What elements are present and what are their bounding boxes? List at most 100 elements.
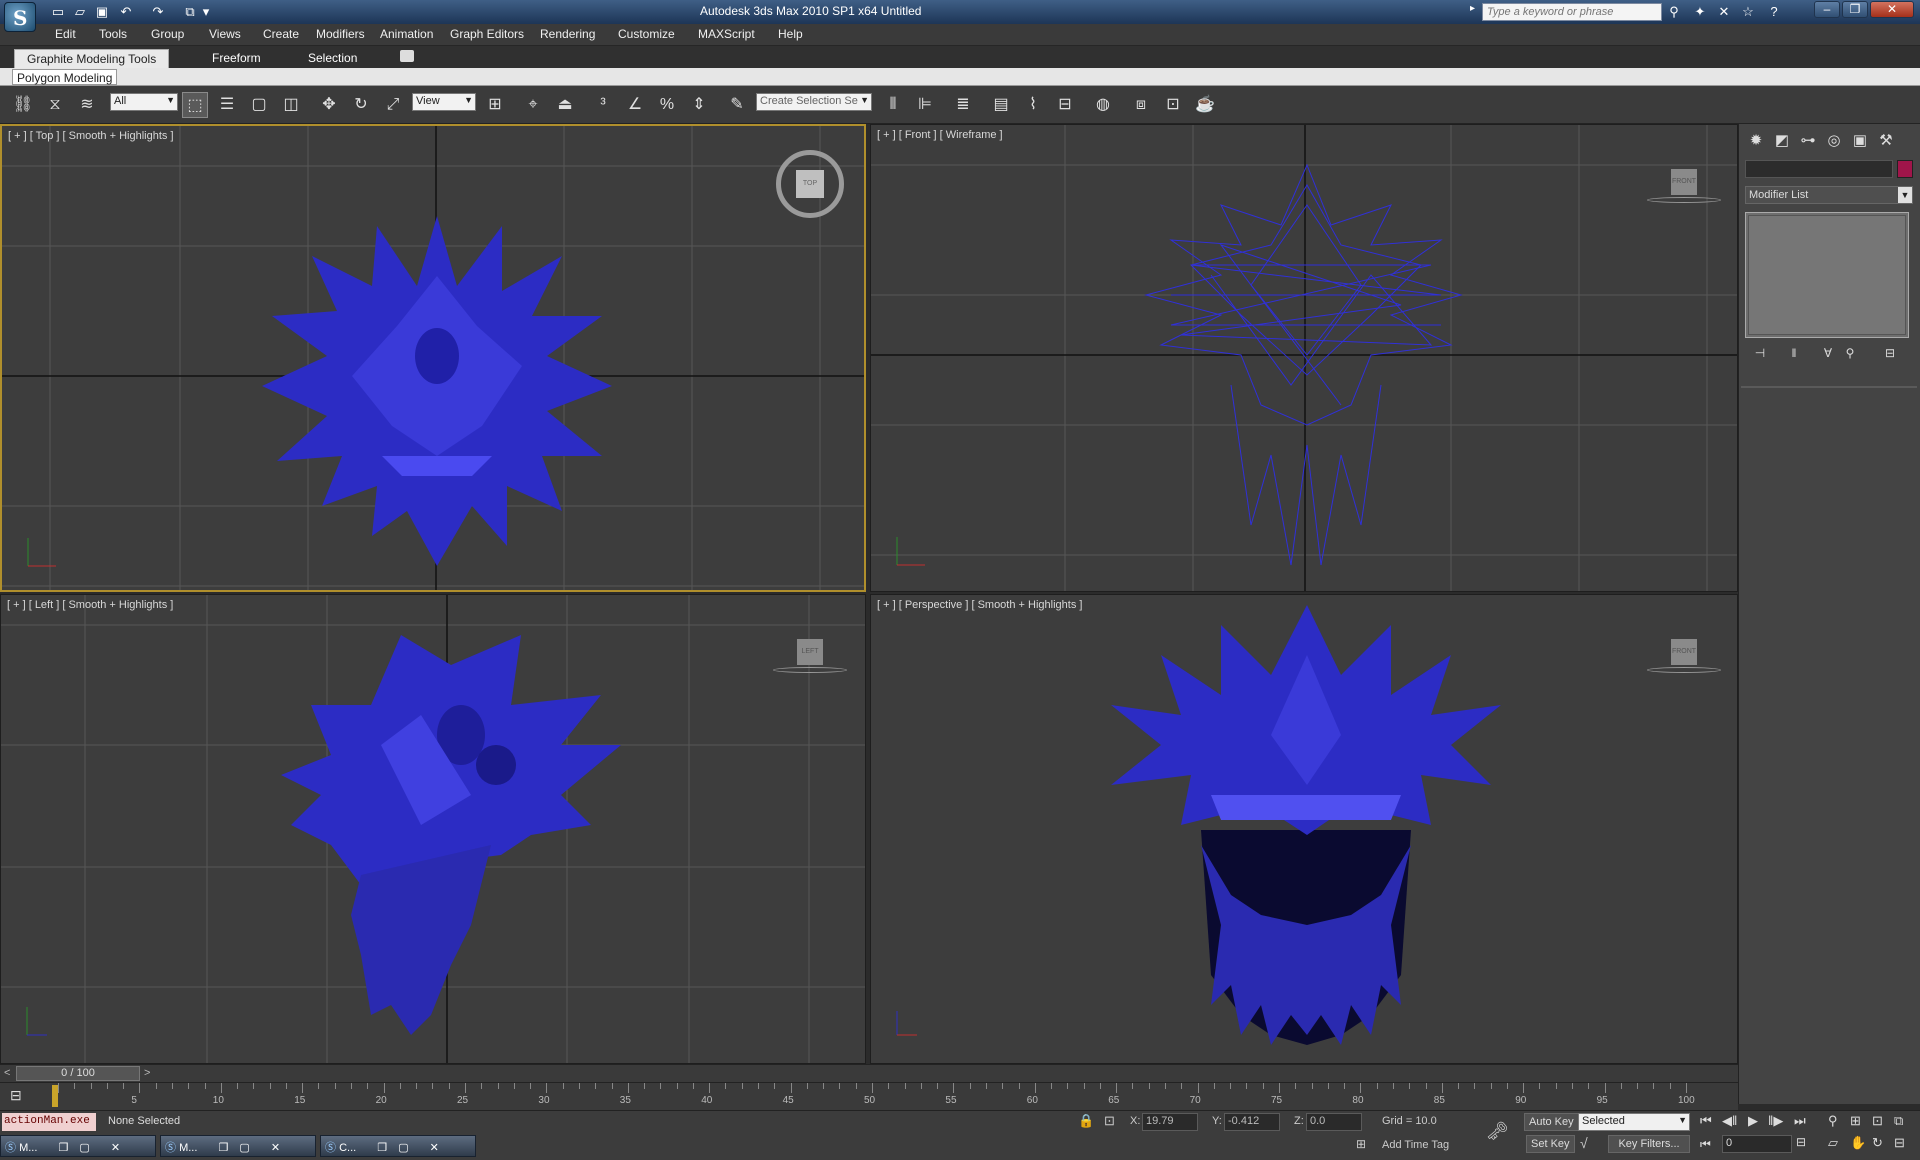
viewcube-compass[interactable]: TOP <box>776 150 844 218</box>
percent-snap-icon[interactable]: % <box>654 92 680 118</box>
select-and-link-icon[interactable]: ⛓ <box>10 92 36 118</box>
undo-icon[interactable]: ↶ <box>116 2 136 21</box>
spiky-hair-mesh-left[interactable] <box>281 635 621 1035</box>
viewport-label[interactable]: [ + ] [ Left ] [ Smooth + Highlights ] <box>7 599 173 611</box>
maxscript-listener-mini[interactable]: actionMan.exe <box>2 1113 96 1131</box>
render-setup-icon[interactable]: ⧈ <box>1128 92 1154 118</box>
schematic-view-icon[interactable]: ⊟ <box>1052 92 1078 118</box>
spiky-hair-mesh-top[interactable] <box>262 216 612 566</box>
favorites-icon[interactable]: ☆ <box>1738 2 1758 21</box>
restore-button[interactable]: ❐ <box>1842 1 1868 18</box>
maximize-viewport-icon[interactable]: ⊟ <box>1894 1135 1905 1151</box>
go-to-end-icon[interactable]: ⏭ <box>1794 1113 1806 1129</box>
viewcube-face[interactable]: LEFT <box>797 639 823 665</box>
selection-filter-dropdown[interactable]: All ▼ <box>110 93 178 111</box>
menu-help[interactable]: Help <box>778 27 803 41</box>
viewport-perspective[interactable]: FRONT [ + ] [ Perspective ] [ Smooth + H… <box>870 594 1738 1064</box>
default-tangents-icon[interactable]: √ <box>1580 1135 1588 1151</box>
rectangular-selection-icon[interactable]: ▢ <box>246 92 272 118</box>
viewport-label[interactable]: [ + ] [ Perspective ] [ Smooth + Highlig… <box>877 599 1082 611</box>
display-tab-icon[interactable]: ▣ <box>1849 130 1871 152</box>
viewcube-ring[interactable] <box>1647 197 1721 203</box>
time-tag-icon[interactable]: ⊞ <box>1356 1137 1366 1151</box>
make-unique-icon[interactable]: ∀ <box>1817 346 1839 362</box>
add-time-tag[interactable]: Add Time Tag <box>1382 1139 1449 1151</box>
viewport-top[interactable]: TOP [ + ] [ Top ] [ Smooth + Highlights … <box>0 124 866 592</box>
minimize-button[interactable]: – <box>1814 1 1840 18</box>
modify-tab-icon[interactable]: ◩ <box>1771 130 1793 152</box>
spinner-snap-icon[interactable]: ⇕ <box>686 92 712 118</box>
key-filters-button[interactable]: Key Filters... <box>1608 1135 1690 1153</box>
subscription-icon[interactable]: ✦ <box>1690 2 1710 21</box>
infocenter-expand-icon[interactable]: ▸ <box>1470 3 1480 21</box>
tab-freeform[interactable]: Freeform <box>200 49 273 68</box>
modifier-list-dropdown[interactable]: Modifier List ▼ <box>1745 186 1913 204</box>
render-production-icon[interactable]: ☕ <box>1192 92 1218 118</box>
curve-editor-icon[interactable]: ⌇ <box>1020 92 1046 118</box>
polygon-modeling-panel[interactable]: Polygon Modeling <box>12 69 118 85</box>
play-icon[interactable]: ▶ <box>1748 1113 1758 1129</box>
viewcube-ring[interactable] <box>773 667 847 673</box>
redo-icon[interactable]: ↷ <box>148 2 168 21</box>
field-of-view-icon[interactable]: ▱ <box>1828 1135 1838 1151</box>
viewport-label[interactable]: [ + ] [ Front ] [ Wireframe ] <box>877 129 1003 141</box>
maximize-icon[interactable]: ▢ <box>398 1142 408 1154</box>
set-key-mode-icon[interactable]: 🗝 <box>1486 1121 1509 1142</box>
time-configuration-icon[interactable]: ⊟ <box>1796 1135 1806 1149</box>
menu-graph-editors[interactable]: Graph Editors <box>450 27 524 41</box>
object-color-swatch[interactable] <box>1897 160 1913 178</box>
menu-create[interactable]: Create <box>263 27 299 41</box>
named-selection-dropdown[interactable]: Create Selection Se ▼ <box>756 93 872 111</box>
utilities-tab-icon[interactable]: ⚒ <box>1875 130 1897 152</box>
communication-center-icon[interactable]: ✕ <box>1714 2 1734 21</box>
close-button[interactable]: ✕ <box>1870 1 1914 18</box>
viewport-left[interactable]: LEFT [ + ] [ Left ] [ Smooth + Highlight… <box>0 594 866 1064</box>
quick-access-dropdown-icon[interactable]: ▾ <box>200 2 212 21</box>
y-coordinate-field[interactable]: -0.412 <box>1224 1113 1280 1131</box>
spiky-hair-mesh-perspective[interactable] <box>1111 605 1501 1045</box>
open-file-icon[interactable]: ▱ <box>70 2 90 21</box>
zoom-extents-icon[interactable]: ⊡ <box>1872 1113 1883 1129</box>
keyboard-shortcut-override-icon[interactable]: ⏏ <box>552 92 578 118</box>
select-and-scale-icon[interactable]: ⤢ <box>380 92 406 118</box>
tab-selection[interactable]: Selection <box>296 49 369 68</box>
pivot-center-icon[interactable]: ⊞ <box>482 92 508 118</box>
pan-view-icon[interactable]: ✋ <box>1850 1135 1866 1151</box>
taskbar-button-2[interactable]: Ⓢ M... ❐ ▢ ✕ <box>160 1135 316 1157</box>
restore-icon[interactable]: ❐ <box>218 1142 228 1154</box>
menu-group[interactable]: Group <box>151 27 184 41</box>
menu-tools[interactable]: Tools <box>99 27 127 41</box>
reference-coordinate-dropdown[interactable]: View ▼ <box>412 93 476 111</box>
x-coordinate-field[interactable]: 19.79 <box>1142 1113 1198 1131</box>
zoom-all-icon[interactable]: ⊞ <box>1850 1113 1861 1129</box>
menu-modifiers[interactable]: Modifiers <box>316 27 365 41</box>
edit-named-selection-icon[interactable]: ✎ <box>724 92 750 118</box>
viewcube-ring[interactable] <box>1647 667 1721 673</box>
restore-icon[interactable]: ❐ <box>58 1142 68 1154</box>
modifier-stack[interactable] <box>1745 212 1909 338</box>
save-icon[interactable]: ▣ <box>92 2 112 21</box>
project-folder-icon[interactable]: ⧉ <box>180 2 200 21</box>
menu-animation[interactable]: Animation <box>380 27 433 41</box>
current-frame-field[interactable]: 0 <box>1722 1135 1792 1153</box>
select-and-manipulate-icon[interactable]: ⌖ <box>520 92 546 118</box>
menu-customize[interactable]: Customize <box>618 27 675 41</box>
graphite-toggle-icon[interactable]: ▤ <box>988 92 1014 118</box>
absolute-mode-icon[interactable]: ⊡ <box>1104 1113 1115 1129</box>
select-by-name-icon[interactable]: ☰ <box>214 92 240 118</box>
viewport-label[interactable]: [ + ] [ Top ] [ Smooth + Highlights ] <box>8 130 174 142</box>
app-logo-icon[interactable]: S <box>4 2 36 32</box>
close-icon[interactable]: ✕ <box>111 1142 120 1154</box>
tab-graphite-modeling-tools[interactable]: Graphite Modeling Tools <box>14 49 170 68</box>
time-slider[interactable]: < 0 / 100 > <box>0 1064 1738 1082</box>
rendered-frame-window-icon[interactable]: ⊡ <box>1160 92 1186 118</box>
remove-modifier-icon[interactable]: ⚲ <box>1839 346 1861 362</box>
auto-key-button[interactable]: Auto Key <box>1524 1113 1579 1131</box>
create-tab-icon[interactable]: ✹ <box>1745 130 1767 152</box>
menu-edit[interactable]: Edit <box>55 27 76 41</box>
track-bar[interactable]: ⊟ 5 10 15 20 25 30 35 40 45 50 55 60 65 70 75 80 85 90 95 1… <box>0 1082 1738 1110</box>
key-mode-toggle-icon[interactable]: ⏮ <box>1700 1137 1711 1152</box>
taskbar-button-3[interactable]: Ⓢ C... ❐ ▢ ✕ <box>320 1135 476 1157</box>
next-frame-icon[interactable]: ‖▶ <box>1768 1113 1783 1129</box>
help-icon[interactable]: ? <box>1764 2 1784 21</box>
